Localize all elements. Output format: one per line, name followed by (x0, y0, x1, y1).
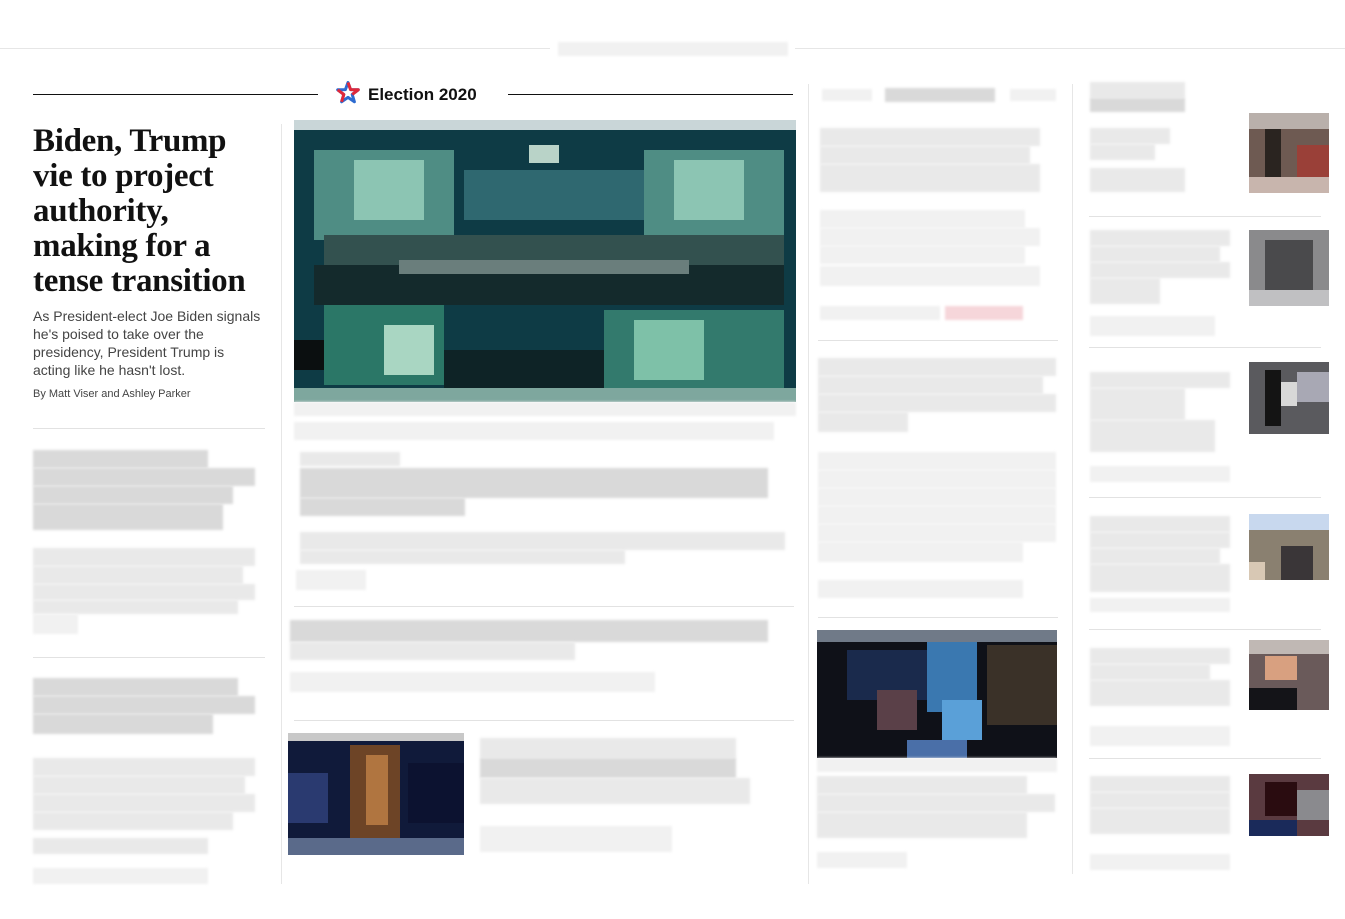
rail-thumbnail[interactable] (1249, 113, 1329, 193)
column-divider (1072, 84, 1073, 874)
lead-headline[interactable]: Biden, Trump vie to project authority, m… (33, 124, 273, 299)
story-thumbnail[interactable] (817, 630, 1057, 758)
story-divider (33, 657, 265, 658)
story-divider (818, 340, 1058, 341)
section-rule-left (33, 94, 318, 95)
story-divider (818, 617, 1058, 618)
story-divider (294, 720, 794, 721)
rail-thumbnail[interactable] (1249, 230, 1329, 306)
lead-byline[interactable]: By Matt Viser and Ashley Parker (33, 388, 265, 400)
column-divider (808, 84, 809, 884)
story-divider (1089, 216, 1321, 217)
lead-dek: As President-elect Joe Biden signals he'… (33, 308, 261, 378)
story-divider (33, 428, 265, 429)
lead-photo[interactable] (294, 120, 796, 402)
top-banner-label (550, 38, 795, 60)
section-header[interactable]: Election 2020 (332, 80, 481, 110)
story-divider (1089, 758, 1321, 759)
story-thumbnail[interactable] (288, 733, 464, 855)
story-divider (1089, 347, 1321, 348)
rail-thumbnail[interactable] (1249, 362, 1329, 434)
rail-thumbnail[interactable] (1249, 640, 1329, 710)
section-rule-right (508, 94, 793, 95)
rail-thumbnail[interactable] (1249, 514, 1329, 580)
story-divider (1089, 629, 1321, 630)
rail-thumbnail[interactable] (1249, 774, 1329, 836)
story-divider (294, 606, 794, 607)
election-star-icon (336, 80, 360, 110)
column-divider (281, 124, 282, 884)
story-divider (1089, 497, 1321, 498)
section-title[interactable]: Election 2020 (368, 85, 477, 105)
